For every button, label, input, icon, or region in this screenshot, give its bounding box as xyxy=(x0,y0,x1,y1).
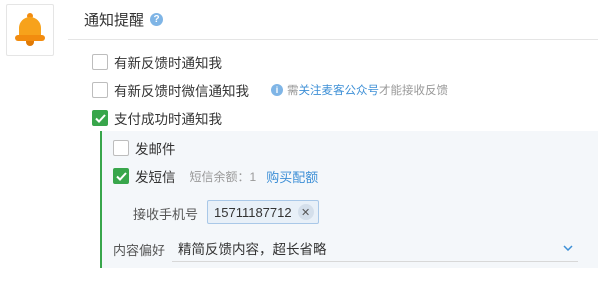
option-new-feedback[interactable]: 有新反馈时通知我 xyxy=(92,52,222,72)
checkbox-new-feedback[interactable] xyxy=(92,54,108,70)
checkbox-email[interactable] xyxy=(113,140,129,156)
phone-number: 15711187712 xyxy=(214,204,292,220)
info-icon: i xyxy=(271,84,283,96)
chevron-down-icon xyxy=(558,244,578,251)
check-icon xyxy=(94,113,106,123)
sms-balance: 短信余额：1 xyxy=(189,169,257,184)
help-icon[interactable]: ? xyxy=(150,13,164,26)
option-wechat-feedback[interactable]: 有新反馈时微信通知我 i 需 关注麦客公众号 才能接收反馈 xyxy=(92,80,448,100)
sms-label: 发短信 xyxy=(135,170,176,185)
checkbox-sms[interactable] xyxy=(113,168,129,184)
option-email[interactable]: 发邮件 xyxy=(113,138,176,158)
option-label: 有新反馈时通知我 xyxy=(114,56,222,71)
follow-account-link[interactable]: 关注麦客公众号 xyxy=(299,82,380,98)
option-label: 有新反馈时微信通知我 xyxy=(114,84,249,99)
option-label: 支付成功时通知我 xyxy=(114,112,222,127)
preference-label: 内容偏好 xyxy=(113,243,166,258)
option-payment-success[interactable]: 支付成功时通知我 xyxy=(92,108,222,128)
phone-tag: 15711187712 ✕ xyxy=(207,200,319,224)
notification-icon-box xyxy=(6,4,54,56)
hint-suffix: 才能接收反馈 xyxy=(379,85,448,97)
check-icon xyxy=(115,171,127,181)
section-header: 通知提醒 ? xyxy=(68,0,598,40)
email-label: 发邮件 xyxy=(135,142,176,157)
checkbox-wechat-feedback[interactable] xyxy=(92,82,108,98)
option-sms[interactable]: 发短信 短信余额：1 购买配额 xyxy=(113,166,318,186)
wechat-hint: i 需 关注麦客公众号 才能接收反馈 xyxy=(271,82,448,98)
preference-value: 精简反馈内容，超长省略 xyxy=(178,241,327,257)
section-title: 通知提醒 xyxy=(84,12,145,29)
preference-select[interactable]: 精简反馈内容，超长省略 xyxy=(172,234,578,262)
close-icon[interactable]: ✕ xyxy=(297,204,314,220)
phone-label: 接收手机号 xyxy=(133,207,199,222)
checkbox-payment-success[interactable] xyxy=(92,110,108,126)
buy-quota-link[interactable]: 购买配额 xyxy=(266,167,318,186)
hint-prefix: 需 xyxy=(287,85,299,97)
bell-icon xyxy=(14,13,46,47)
